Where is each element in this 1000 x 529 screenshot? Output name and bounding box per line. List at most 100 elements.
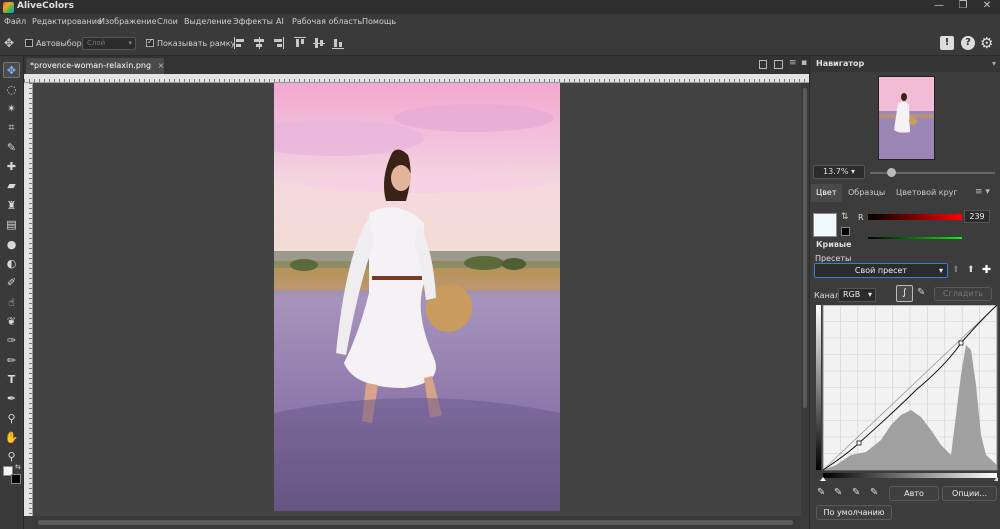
autoselect-label: Автовыбор xyxy=(36,39,82,48)
horizontal-ruler xyxy=(24,74,809,83)
help-icon[interactable]: ? xyxy=(961,36,975,50)
white-point-eyedropper-icon[interactable]: ✎ xyxy=(852,487,860,498)
add-point-eyedropper-icon[interactable]: ✎ xyxy=(870,487,878,498)
swap-colors-icon[interactable]: ⇅ xyxy=(841,212,849,222)
settings-gear-icon[interactable]: ⚙ xyxy=(980,34,993,52)
navigator-thumbnail[interactable] xyxy=(878,76,935,160)
liquify-tool-icon[interactable]: ❦ xyxy=(3,314,20,330)
vertical-ruler xyxy=(24,83,33,516)
magic-wand-tool-icon[interactable]: ✴ xyxy=(3,101,20,117)
crop-tool-icon[interactable]: ⌗ xyxy=(3,120,20,136)
document-tab-title: *provence-woman-relaxin.png xyxy=(30,61,152,70)
tab-color[interactable]: Цвет xyxy=(811,184,842,202)
new-document-icon[interactable] xyxy=(759,60,767,69)
blur-tool-icon[interactable]: ● xyxy=(3,237,20,253)
vertical-scrollbar[interactable] xyxy=(801,83,809,516)
tools-panel: ✥ ◌ ✴ ⌗ ✎ ✚ ▰ ♜ ▤ ● ◐ ✐ ☝ ❦ ✑ ✏ T ✒ ⚲ ✋ … xyxy=(0,56,24,529)
background-color-swatch[interactable] xyxy=(11,474,21,484)
align-center-v-icon[interactable] xyxy=(313,37,325,49)
zoom-combo[interactable]: 13.7% ▾ xyxy=(813,165,865,179)
red-slider[interactable] xyxy=(868,214,962,220)
preset-combo[interactable]: Свой пресет ▾ xyxy=(814,263,948,278)
layer-combo[interactable]: Слой ▾ xyxy=(82,37,136,50)
eraser-tool-icon[interactable]: ▰ xyxy=(3,178,20,194)
document-tab[interactable]: *provence-woman-relaxin.png × xyxy=(26,58,164,74)
smooth-button[interactable]: Сгладить xyxy=(934,287,992,301)
menu-file[interactable]: Файл xyxy=(4,17,26,26)
save-preset-icon[interactable]: ⬆ xyxy=(967,265,975,275)
menu-edit[interactable]: Редактирование xyxy=(32,17,102,26)
secondary-color-swatch[interactable] xyxy=(841,227,850,236)
vertical-scroll-thumb[interactable] xyxy=(803,88,807,408)
tab-swatches[interactable]: Образцы xyxy=(843,184,890,202)
delete-preset-icon[interactable]: ⬆ xyxy=(952,265,960,275)
document-image[interactable] xyxy=(274,83,560,511)
current-color-swatch[interactable] xyxy=(813,213,837,237)
presets-label: Пресеты xyxy=(815,254,852,263)
pen-tool-icon[interactable]: ✒ xyxy=(3,391,20,407)
horizontal-scrollbar[interactable] xyxy=(33,516,801,529)
panel-close-icon[interactable]: ▪ xyxy=(801,58,807,68)
eyedropper-tool-icon[interactable]: ✎ xyxy=(3,140,20,156)
gray-point-eyedropper-icon[interactable]: ✎ xyxy=(834,487,842,498)
window-layout-icon[interactable] xyxy=(774,60,783,69)
navigator-title: Навигатор xyxy=(816,59,865,68)
align-bottom-icon[interactable] xyxy=(332,37,344,49)
menu-workspace[interactable]: Рабочая область xyxy=(292,17,362,26)
menu-help[interactable]: Помощь xyxy=(362,17,396,26)
menu-image[interactable]: Изображение xyxy=(99,17,157,26)
menu-layers[interactable]: Слои xyxy=(157,17,178,26)
add-preset-icon[interactable]: ✚ xyxy=(982,263,991,276)
hand-tool-icon[interactable]: ✋ xyxy=(3,430,20,446)
panel-menu-icon[interactable]: ≡ ▾ xyxy=(975,187,990,197)
align-top-icon[interactable] xyxy=(294,37,306,49)
chevron-down-icon: ▾ xyxy=(128,39,132,47)
pencil-mode-icon[interactable]: ✎ xyxy=(917,287,925,298)
swap-colors-icon[interactable]: ⇆ xyxy=(15,463,21,471)
align-center-h-icon[interactable] xyxy=(253,37,265,49)
autoselect-checkbox[interactable] xyxy=(25,39,33,47)
menu-effects[interactable]: Эффекты xyxy=(233,17,273,26)
channel-value: RGB xyxy=(843,290,861,299)
curve-mode-icon[interactable]: ∫ xyxy=(896,285,913,302)
red-value-field[interactable]: 239 xyxy=(964,210,990,223)
fill-tool-icon[interactable]: ▤ xyxy=(3,217,20,233)
maximize-button[interactable]: ❐ xyxy=(953,0,973,14)
healing-brush-tool-icon[interactable]: ✚ xyxy=(3,159,20,175)
align-right-icon[interactable] xyxy=(272,37,284,49)
show-frame-checkbox[interactable] xyxy=(146,37,154,47)
horizontal-scroll-thumb[interactable] xyxy=(38,520,793,525)
brush-tool-icon[interactable]: ✐ xyxy=(3,275,20,291)
color-picker-tool-icon[interactable]: ⚲ xyxy=(3,411,20,427)
title-bar: AliveColors — ❐ ✕ xyxy=(0,0,1000,14)
tab-close-icon[interactable]: × xyxy=(158,61,165,70)
chevron-down-icon[interactable]: ▾ xyxy=(992,56,996,72)
menu-lines-icon[interactable]: ≡ xyxy=(789,58,797,68)
channel-combo[interactable]: RGB ▾ xyxy=(838,288,876,302)
text-tool-icon[interactable]: T xyxy=(3,372,20,388)
move-tool-icon[interactable]: ✥ xyxy=(3,62,20,78)
auto-button[interactable]: Авто xyxy=(889,486,939,501)
stamp-tool-icon[interactable]: ♜ xyxy=(3,198,20,214)
tab-color-wheel[interactable]: Цветовой круг xyxy=(891,184,963,202)
move-tool-icon[interactable]: ✥ xyxy=(4,35,20,51)
menu-bar: Файл Редактирование Изображение Слои Выд… xyxy=(0,14,1000,31)
zoom-slider-knob[interactable] xyxy=(887,168,896,177)
menu-selection[interactable]: Выделение xyxy=(184,17,232,26)
minimize-button[interactable]: — xyxy=(929,0,949,14)
align-left-icon[interactable] xyxy=(234,37,246,49)
ellipse-select-tool-icon[interactable]: ◌ xyxy=(3,82,20,98)
feedback-icon[interactable]: ! xyxy=(940,36,954,50)
layer-combo-value: Слой xyxy=(87,39,106,47)
options-button[interactable]: Опции... xyxy=(942,486,997,501)
airbrush-tool-icon[interactable]: ✑ xyxy=(3,333,20,349)
curves-graph[interactable] xyxy=(816,304,1000,482)
default-button[interactable]: По умолчанию xyxy=(816,505,892,520)
app-title: AliveColors xyxy=(17,1,74,11)
black-point-eyedropper-icon[interactable]: ✎ xyxy=(817,487,825,498)
menu-ai[interactable]: AI xyxy=(276,17,284,26)
dodge-tool-icon[interactable]: ◐ xyxy=(3,256,20,272)
pencil-tool-icon[interactable]: ✏ xyxy=(3,353,20,369)
smudge-tool-icon[interactable]: ☝ xyxy=(3,295,20,311)
close-button[interactable]: ✕ xyxy=(977,0,997,14)
